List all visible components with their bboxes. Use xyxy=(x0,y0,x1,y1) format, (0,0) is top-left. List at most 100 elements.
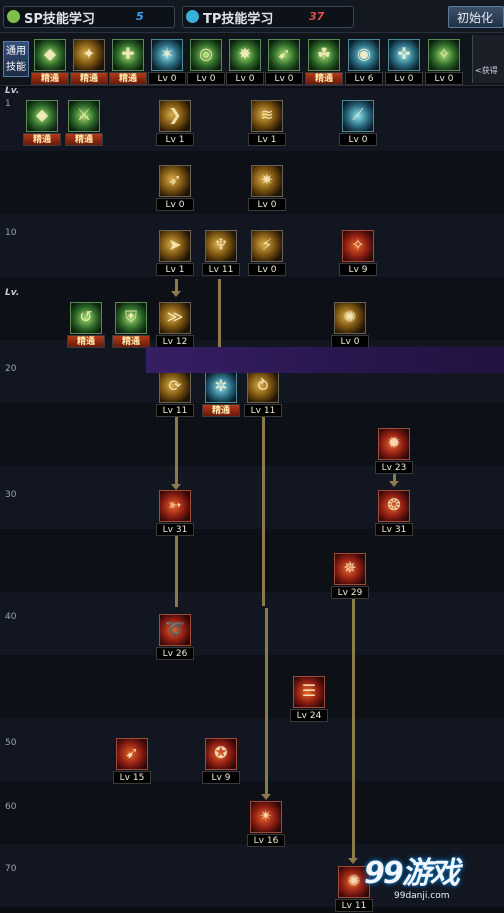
skill-icon[interactable]: ❯ xyxy=(159,100,191,132)
tree-arrow xyxy=(348,858,358,864)
skill-icon[interactable]: ➹ xyxy=(116,738,148,770)
skill-icon[interactable]: ✵ xyxy=(334,553,366,585)
skill-slot[interactable]: ⚡ Lv 0 xyxy=(248,230,286,276)
skill-icon[interactable]: ↺ xyxy=(70,302,102,334)
skill-slot[interactable]: ✴ Lv 16 xyxy=(247,801,285,847)
skill-icon[interactable]: ⚡ xyxy=(251,230,283,262)
skill-icon[interactable]: ⛨ xyxy=(115,302,147,334)
skill-slot[interactable]: ◎ Lv 0 xyxy=(187,39,225,85)
skill-slot[interactable]: ➳ Lv 31 xyxy=(156,490,194,536)
skill-icon[interactable]: ✹ xyxy=(378,428,410,460)
skill-icon[interactable]: ➳ xyxy=(159,490,191,522)
skill-icon[interactable]: ⥁ xyxy=(247,371,279,403)
skill-slot[interactable]: ✷ Lv 0 xyxy=(248,165,286,211)
skill-glyph-icon: ➤ xyxy=(168,235,182,254)
skill-slot[interactable]: ➰ Lv 26 xyxy=(156,614,194,660)
skill-slot[interactable]: ◆ 精通 xyxy=(23,100,61,146)
skill-icon[interactable]: ⟋ xyxy=(342,100,374,132)
skill-slot[interactable]: ✪ Lv 9 xyxy=(202,738,240,784)
skill-slot[interactable]: ✦ 精通 xyxy=(70,39,108,85)
skill-level-label: Lv 6 xyxy=(345,72,383,85)
skill-level-label: Lv 9 xyxy=(339,263,377,276)
skill-level-label: 精通 xyxy=(31,72,69,85)
skill-slot[interactable]: ✧ Lv 0 xyxy=(425,39,463,85)
skill-icon[interactable]: ➹ xyxy=(268,39,300,71)
skill-icon[interactable]: ☘ xyxy=(308,39,340,71)
skill-slot[interactable]: ✸ Lv 0 xyxy=(226,39,264,85)
skill-icon[interactable]: ✶ xyxy=(151,39,183,71)
tree-arrow xyxy=(171,291,181,297)
skill-glyph-icon: ✪ xyxy=(214,743,228,762)
skill-icon[interactable]: ⟳ xyxy=(159,371,191,403)
skill-level-label: 精通 xyxy=(67,335,105,348)
skill-level-label: 精通 xyxy=(202,404,240,417)
skill-slot[interactable]: ✺ Lv 0 xyxy=(331,302,369,348)
skill-slot[interactable]: ⟋ Lv 0 xyxy=(339,100,377,146)
skill-slot[interactable]: ⚔ 精通 xyxy=(65,100,103,146)
skill-slot[interactable]: ◉ Lv 6 xyxy=(345,39,383,85)
skill-glyph-icon: ☘ xyxy=(316,44,332,63)
skill-slot[interactable]: ↺ 精通 xyxy=(67,302,105,348)
skill-level-label: 精通 xyxy=(70,72,108,85)
watermark-logo: 99游戏 xyxy=(364,856,460,891)
skill-icon[interactable]: ⚔ xyxy=(68,100,100,132)
skill-icon[interactable]: ✦ xyxy=(73,39,105,71)
sp-title: SP技能学习 xyxy=(24,12,95,27)
skill-level-label: 精通 xyxy=(109,72,147,85)
skill-slot[interactable]: ☰ Lv 24 xyxy=(290,676,328,722)
skill-level-label: Lv 29 xyxy=(331,586,369,599)
skill-icon[interactable]: ➤ xyxy=(159,230,191,262)
skill-slot[interactable]: ♆ Lv 11 xyxy=(202,230,240,276)
skill-icon[interactable]: ✺ xyxy=(334,302,366,334)
skill-slot[interactable]: ✜ Lv 0 xyxy=(385,39,423,85)
skill-slot[interactable]: ☘ 精通 xyxy=(305,39,343,85)
skill-icon[interactable]: ◆ xyxy=(26,100,58,132)
skill-slot[interactable]: ✚ 精通 xyxy=(109,39,147,85)
skill-icon[interactable]: ✚ xyxy=(112,39,144,71)
skill-glyph-icon: ✶ xyxy=(160,44,174,63)
skill-icon[interactable]: ✧ xyxy=(342,230,374,262)
skill-icon[interactable]: ≫ xyxy=(159,302,191,334)
skill-icon[interactable]: ✲ xyxy=(205,371,237,403)
skill-slot[interactable]: ❂ Lv 31 xyxy=(375,490,413,536)
skill-slot[interactable]: ≋ Lv 1 xyxy=(248,100,286,146)
skill-icon[interactable]: ☰ xyxy=(293,676,325,708)
skill-slot[interactable]: ⥁ Lv 11 xyxy=(244,371,282,417)
skill-icon[interactable]: ➶ xyxy=(159,165,191,197)
skill-glyph-icon: ➹ xyxy=(125,743,139,762)
skill-icon[interactable]: ♆ xyxy=(205,230,237,262)
skill-slot[interactable]: ➤ Lv 1 xyxy=(156,230,194,276)
skill-icon[interactable]: ✪ xyxy=(205,738,237,770)
skill-icon[interactable]: ✧ xyxy=(428,39,460,71)
skill-icon[interactable]: ◉ xyxy=(348,39,380,71)
skill-icon[interactable]: ✴ xyxy=(250,801,282,833)
skill-slot[interactable]: ✧ Lv 9 xyxy=(339,230,377,276)
common-skills-tab[interactable]: 通用技能 xyxy=(3,41,29,77)
watermark-url: 99danji.com xyxy=(394,891,450,901)
skill-icon[interactable]: ➰ xyxy=(159,614,191,646)
level-mark: 60 xyxy=(5,802,17,812)
skill-slot[interactable]: ➹ Lv 15 xyxy=(113,738,151,784)
skill-slot[interactable]: ◆ 精通 xyxy=(31,39,69,85)
skill-slot[interactable]: ✹ Lv 23 xyxy=(375,428,413,474)
skill-icon[interactable]: ◎ xyxy=(190,39,222,71)
skill-slot[interactable]: ➹ Lv 0 xyxy=(265,39,303,85)
tree-connector xyxy=(218,279,221,347)
skill-icon[interactable]: ✸ xyxy=(229,39,261,71)
more-skills-tab[interactable]: <获得 xyxy=(472,35,504,83)
skill-slot[interactable]: ≫ Lv 12 xyxy=(156,302,194,348)
skill-slot[interactable]: ❯ Lv 1 xyxy=(156,100,194,146)
skill-slot[interactable]: ✶ Lv 0 xyxy=(148,39,186,85)
skill-icon[interactable]: ❂ xyxy=(378,490,410,522)
skill-slot[interactable]: ✵ Lv 29 xyxy=(331,553,369,599)
skill-icon[interactable]: ≋ xyxy=(251,100,283,132)
skill-slot[interactable]: ⛨ 精通 xyxy=(112,302,150,348)
reset-button[interactable]: 初始化 xyxy=(448,6,504,28)
skill-level-label: Lv 23 xyxy=(375,461,413,474)
skill-icon[interactable]: ✷ xyxy=(251,165,283,197)
skill-slot[interactable]: ➶ Lv 0 xyxy=(156,165,194,211)
skill-icon[interactable]: ◆ xyxy=(34,39,66,71)
skill-slot[interactable]: ✲ 精通 xyxy=(202,371,240,417)
skill-icon[interactable]: ✜ xyxy=(388,39,420,71)
skill-slot[interactable]: ⟳ Lv 11 xyxy=(156,371,194,417)
